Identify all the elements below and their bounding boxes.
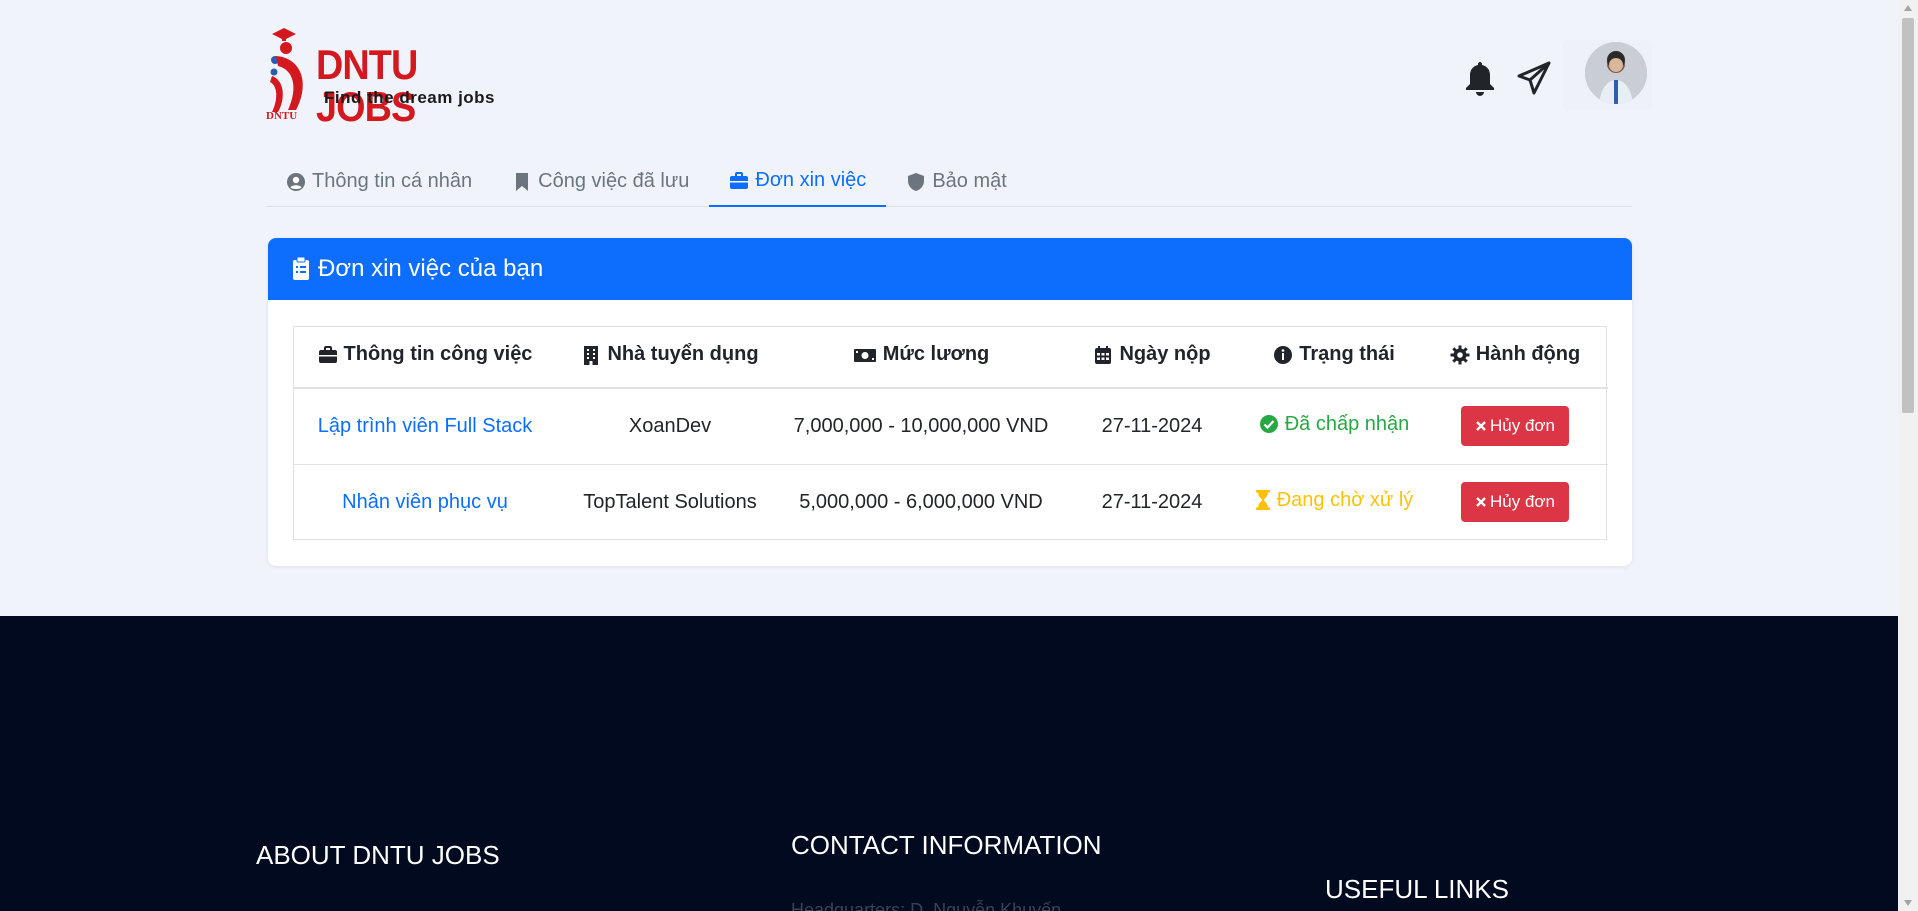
scrollbar-thumb[interactable] (1902, 18, 1914, 413)
column-header: Mức lương (784, 327, 1058, 389)
date-cell: 27-11-2024 (1058, 388, 1246, 465)
tab-applications[interactable]: Đơn xin việc (709, 156, 887, 207)
brand-title: DNTU JOBS (316, 41, 418, 130)
header-actions (1412, 40, 1652, 110)
salary-cell: 5,000,000 - 6,000,000 VND (799, 490, 1043, 513)
footer-contact-heading: CONTACT INFORMATION (791, 830, 1102, 860)
job-cell: Lập trình viên Full Stack (294, 388, 556, 465)
action-cell: Hủy đơn (1422, 464, 1608, 540)
hourglass-icon (1255, 490, 1270, 510)
cancel-application-button[interactable]: Hủy đơn (1460, 406, 1569, 447)
tab-personal-info[interactable]: Thông tin cá nhân (266, 156, 492, 207)
tab-label: Công việc đã lưu (538, 170, 690, 192)
status-cell: Đang chờ xử lý (1246, 464, 1422, 540)
status-badge: Đang chờ xử lý (1255, 489, 1413, 512)
scroll-down-icon[interactable] (1903, 899, 1913, 907)
status-badge: Đã chấp nhận (1259, 413, 1409, 436)
table-header-row: Thông tin công việc Nhà tuyển dụng Mức l… (294, 327, 1608, 389)
company-cell: XoanDev (556, 388, 784, 465)
card-title: Đơn xin việc của bạn (318, 255, 544, 282)
site-header: DNTU JOBS Find the dream jobs DNTU (266, 24, 1652, 128)
column-header: Hành động (1422, 327, 1608, 389)
applications-table: Thông tin công việc Nhà tuyển dụng Mức l… (293, 326, 1608, 540)
date-cell: 27-11-2024 (1101, 490, 1203, 513)
card-header: Đơn xin việc của bạn (268, 238, 1632, 300)
brand-logo[interactable]: DNTU JOBS Find the dream jobs DNTU (266, 24, 506, 128)
table-row: Lập trình viên Full Stack XoanDev 7,000,… (294, 388, 1608, 465)
user-circle-icon (287, 172, 305, 191)
footer-contact-text: Headquarters: D. Nguyễn Khuyến (791, 900, 1062, 911)
tab-label: Đơn xin việc (755, 169, 867, 191)
clipboard-icon (293, 257, 309, 280)
applications-card: Đơn xin việc của bạn Thông tin công việc… (268, 238, 1632, 566)
briefcase-icon (318, 345, 337, 363)
action-cell: Hủy đơn (1422, 388, 1608, 465)
bell-icon[interactable] (1464, 60, 1496, 96)
salary-cell: 7,000,000 - 10,000,000 VND (784, 388, 1058, 465)
cancel-application-button[interactable]: Hủy đơn (1460, 482, 1569, 523)
tab-saved-jobs[interactable]: Công việc đã lưu (492, 156, 709, 207)
check-circle-icon (1259, 415, 1278, 433)
page: DNTU JOBS Find the dream jobs DNTU Thông… (0, 0, 1898, 911)
company-cell: TopTalent Solutions (583, 490, 757, 513)
shield-icon (908, 172, 925, 191)
column-header: Trạng thái (1246, 327, 1422, 389)
status-cell: Đã chấp nhận (1246, 388, 1422, 465)
avatar-button[interactable] (1562, 40, 1652, 110)
column-header: Thông tin công việc (294, 327, 556, 389)
tab-label: Thông tin cá nhân (312, 170, 473, 192)
close-icon (1476, 421, 1486, 432)
tab-label: Bảo mật (932, 170, 1007, 192)
job-link[interactable]: Nhân viên phục vụ (342, 491, 508, 513)
footer-about-heading: ABOUT DNTU JOBS (256, 840, 500, 870)
briefcase-icon (730, 171, 749, 189)
column-header: Nhà tuyển dụng (556, 327, 784, 389)
bookmark-icon (516, 172, 529, 191)
table-row: Nhân viên phục vụ TopTalent Solutions 5,… (294, 464, 1608, 540)
column-header: Ngày nộp (1058, 327, 1246, 389)
footer-links-heading: USEFUL LINKS (1325, 874, 1509, 904)
site-footer: ABOUT DNTU JOBS CONTACT INFORMATION Head… (0, 616, 1898, 911)
send-icon[interactable] (1516, 60, 1552, 96)
job-cell: Nhân viên phục vụ (294, 464, 556, 540)
gear-icon (1450, 345, 1470, 365)
brand-mini: DNTU (266, 110, 298, 122)
brand-tagline: Find the dream jobs (324, 88, 496, 107)
money-icon (853, 348, 876, 362)
vertical-scrollbar[interactable] (1898, 0, 1918, 911)
info-icon (1274, 345, 1293, 364)
scroll-up-icon[interactable] (1903, 4, 1913, 12)
building-icon (584, 345, 599, 365)
close-icon (1476, 497, 1486, 508)
avatar (1585, 42, 1647, 104)
job-link[interactable]: Lập trình viên Full Stack (318, 415, 533, 437)
tab-security[interactable]: Bảo mật (886, 156, 1026, 207)
profile-tabs: Thông tin cá nhân Công việc đã lưu Đơn x… (266, 156, 1632, 207)
calendar-icon (1095, 345, 1112, 364)
